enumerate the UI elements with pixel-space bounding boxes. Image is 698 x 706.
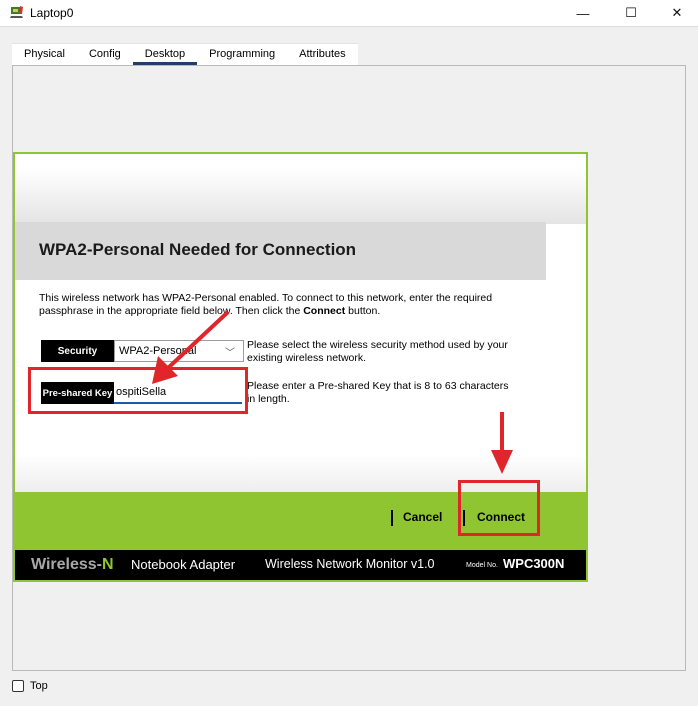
- brand-wireless-text: Wireless-: [31, 556, 102, 573]
- top-checkbox[interactable]: [12, 680, 24, 692]
- top-checkbox-label: Top: [30, 680, 48, 692]
- tab-programming[interactable]: Programming: [197, 43, 288, 65]
- psk-help-text: Please enter a Pre-shared Key that is 8 …: [247, 380, 509, 405]
- tab-desktop[interactable]: Desktop: [132, 43, 198, 65]
- minimize-button[interactable]: —: [560, 0, 606, 26]
- title-bar: Laptop0 — ☐ ✕: [0, 0, 698, 26]
- dialog-description: This wireless network has WPA2-Personal …: [39, 292, 509, 318]
- dialog-title: WPA2-Personal Needed for Connection: [39, 240, 357, 259]
- footer-divider: [391, 510, 393, 526]
- dialog-top-gradient: [15, 154, 586, 224]
- tab-config[interactable]: Config: [76, 43, 133, 65]
- annotation-box-psk: [28, 367, 248, 414]
- brand-n: N: [102, 556, 114, 573]
- chevron-down-icon[interactable]: ﹀: [225, 344, 235, 359]
- cancel-button[interactable]: Cancel: [403, 510, 442, 524]
- tab-attributes[interactable]: Attributes: [287, 43, 358, 65]
- maximize-button[interactable]: ☐: [608, 0, 654, 26]
- brand-monitor-version: Wireless Network Monitor v1.0: [265, 557, 435, 571]
- window-title: Laptop0: [30, 6, 74, 20]
- annotation-box-connect: [458, 480, 540, 536]
- tab-bar: Physical Config Desktop Programming Attr…: [12, 43, 358, 65]
- close-window-button[interactable]: ✕: [654, 0, 698, 26]
- security-help-text: Please select the wireless security meth…: [247, 339, 508, 364]
- brand-bar: Wireless-N Notebook Adapter Wireless Net…: [15, 550, 586, 580]
- brand-adapter: Notebook Adapter: [131, 557, 236, 572]
- brand-wireless: Wireless-N: [31, 556, 114, 574]
- description-end: button.: [345, 305, 381, 317]
- model-number-label: Model No.: [466, 562, 498, 569]
- tab-physical[interactable]: Physical: [12, 43, 77, 65]
- description-text: This wireless network has WPA2-Personal …: [39, 292, 493, 317]
- security-label: Security: [41, 340, 114, 362]
- laptop-app-icon: [10, 6, 23, 18]
- model-number: WPC300N: [503, 556, 565, 571]
- description-connect: Connect: [303, 305, 346, 317]
